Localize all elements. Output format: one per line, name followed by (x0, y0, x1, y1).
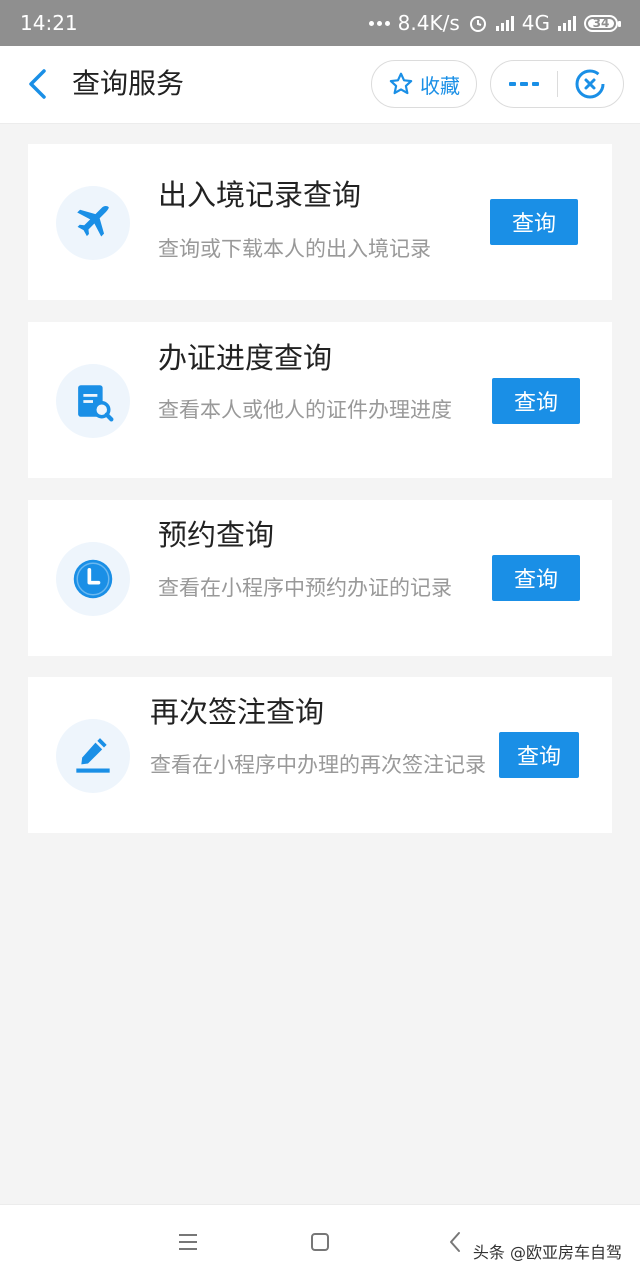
query-button-entry-exit[interactable]: 查询 (490, 199, 578, 245)
card-icon-wrap (56, 364, 130, 438)
close-target-icon (575, 69, 605, 99)
watermark: 头条 @欧亚房车自驾 (472, 1243, 622, 1262)
network-type: 4G (521, 11, 550, 35)
back-button[interactable] (22, 66, 52, 102)
query-button-re-endorsement[interactable]: 查询 (499, 732, 579, 778)
card-title: 预约查询 (158, 518, 275, 552)
chevron-left-icon (29, 69, 46, 99)
signal-icon-hd (495, 15, 514, 31)
service-card-entry-exit-record: 出入境记录查询 查询或下载本人的出入境记录 查询 (28, 144, 612, 300)
signal-icon (558, 15, 576, 31)
airplane-icon (77, 206, 109, 237)
more-button[interactable] (491, 61, 557, 107)
system-back-icon (450, 1232, 460, 1252)
page-title: 查询服务 (72, 67, 185, 100)
more-dots-icon (368, 20, 390, 26)
close-miniprogram-button[interactable] (558, 61, 624, 107)
home-button[interactable] (305, 1227, 335, 1257)
system-nav-bar: 头条 @欧亚房车自驾 (0, 1204, 640, 1280)
pen-icon (76, 738, 110, 773)
menu-icon (179, 1234, 197, 1250)
card-desc: 查看在小程序中预约办证的记录 (158, 576, 452, 600)
query-button-progress[interactable]: 查询 (492, 378, 580, 424)
net-speed: 8.4K/s (397, 11, 460, 35)
card-desc: 查看本人或他人的证件办理进度 (158, 398, 452, 422)
clipboard-search-icon (78, 385, 114, 422)
menu-button[interactable] (173, 1227, 203, 1257)
alarm-icon (469, 16, 486, 32)
home-square-icon (311, 1233, 329, 1251)
status-indicators: 8.4K/s 4G 34 (368, 11, 621, 35)
battery-level: 34 (592, 16, 610, 30)
card-title: 出入境记录查询 (158, 178, 362, 212)
card-icon-wrap (56, 719, 130, 793)
more-icon (508, 82, 539, 86)
clock-icon (73, 559, 113, 599)
service-card-appointment: 预约查询 查看在小程序中预约办证的记录 查询 (28, 500, 612, 656)
service-card-certificate-progress: 办证进度查询 查看本人或他人的证件办理进度 查询 (28, 322, 612, 478)
status-time: 14:21 (20, 11, 78, 35)
query-button-appointment[interactable]: 查询 (492, 555, 580, 601)
nav-bar: 查询服务 收藏 (0, 46, 640, 124)
miniprogram-capsule (490, 60, 624, 108)
favorite-label: 收藏 (420, 73, 460, 98)
card-title: 办证进度查询 (158, 341, 333, 375)
battery-icon: 34 (584, 14, 621, 32)
star-icon (389, 72, 413, 95)
service-card-re-endorsement: 再次签注查询 查看在小程序中办理的再次签注记录 查询 (28, 677, 612, 833)
favorite-button[interactable]: 收藏 (371, 60, 477, 108)
card-desc: 查询或下载本人的出入境记录 (158, 237, 431, 261)
card-icon-wrap (56, 186, 130, 260)
card-desc: 查看在小程序中办理的再次签注记录 (150, 753, 486, 777)
status-bar: 14:21 8.4K/s 4G 34 (0, 0, 640, 46)
card-title: 再次签注查询 (150, 695, 325, 729)
card-icon-wrap (56, 542, 130, 616)
system-back-button[interactable] (440, 1227, 470, 1257)
